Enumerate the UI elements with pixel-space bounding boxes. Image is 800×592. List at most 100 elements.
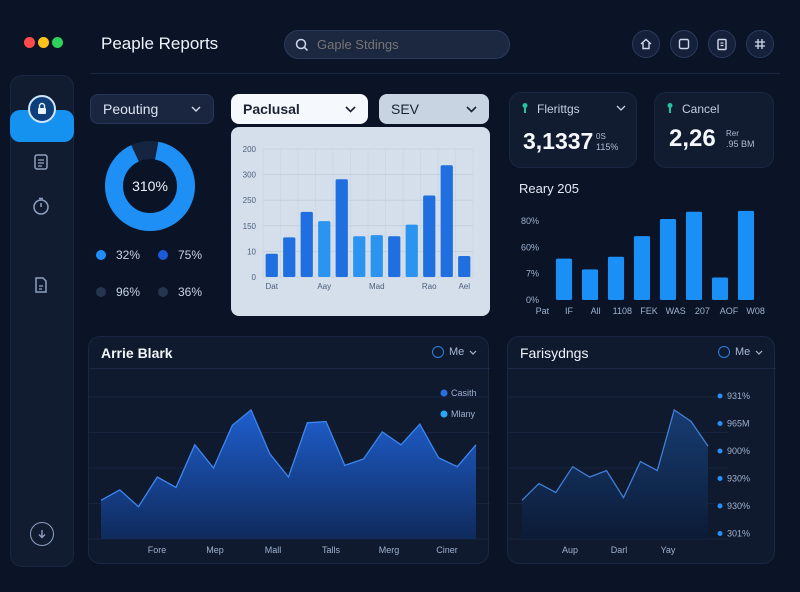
- x-tick-label: IF: [565, 306, 574, 316]
- x-tick-label: WAS: [666, 306, 686, 316]
- y-tick-dot: [717, 476, 723, 481]
- x-tick-label: Mep: [206, 545, 224, 555]
- window-button[interactable]: [670, 30, 698, 58]
- bar: [581, 269, 599, 300]
- grid-icon: [755, 39, 765, 49]
- kpi-sub: 0S: [596, 132, 606, 141]
- legend-label: 36%: [178, 285, 203, 299]
- kpi-sub: Rer: [726, 129, 739, 138]
- legend-label: 75%: [178, 248, 203, 262]
- kpi-sub: .95 BM: [726, 139, 755, 149]
- chevron-down-icon[interactable]: [616, 105, 626, 111]
- clipboard-button[interactable]: [708, 30, 736, 58]
- y-tick-label: 0%: [526, 295, 539, 305]
- app-title: Peaple Reports: [101, 34, 219, 53]
- paclusal-dropdown-label: Paclusal: [243, 101, 300, 117]
- legend-label: Casith: [451, 388, 477, 398]
- y-tick-label: 930%: [727, 501, 750, 511]
- x-tick-label: Yay: [661, 545, 676, 555]
- y-tick-label: 900%: [727, 446, 750, 456]
- bar-chart: 200 300 250 150 10 0 Dat Aay Mad Rao Ael: [243, 145, 474, 291]
- bar: [283, 237, 296, 277]
- clipboard-icon: [717, 38, 727, 51]
- sev-dropdown[interactable]: SEV: [379, 94, 489, 124]
- x-tick-label: Mall: [265, 545, 282, 555]
- search-bar[interactable]: [284, 30, 510, 59]
- area-fill: [522, 409, 708, 539]
- y-tick-label: 930%: [727, 474, 750, 484]
- bar: [265, 253, 278, 277]
- y-tick-dot: [717, 393, 723, 399]
- donut-center-label: 310%: [132, 178, 168, 194]
- y-tick-label: 7%: [526, 269, 539, 279]
- x-tick-label: Rao: [422, 282, 437, 291]
- bar: [685, 211, 703, 300]
- header-divider: [90, 73, 780, 74]
- arrie-area-chart: Fore Mep Mall Talls Merg Ciner Casith Mlany: [89, 388, 490, 555]
- y-tick-label: 200: [243, 145, 257, 154]
- download-button[interactable]: [30, 522, 54, 546]
- x-tick-label: Talls: [322, 545, 341, 555]
- sidebar-item-timer[interactable]: [28, 193, 54, 219]
- timer-icon: [33, 197, 49, 215]
- home-button[interactable]: [632, 30, 660, 58]
- home-icon: [640, 38, 652, 50]
- radio-icon: [718, 346, 730, 358]
- panel-dropdown[interactable]: Me: [432, 346, 477, 358]
- search-input[interactable]: [317, 37, 497, 52]
- y-tick-label: 300: [243, 171, 257, 180]
- x-tick-label: Pat: [536, 306, 550, 316]
- file-icon: [35, 277, 47, 293]
- minimize-window-dot[interactable]: [38, 37, 49, 48]
- legend-label: 32%: [116, 248, 141, 262]
- farisydngs-area-chart: Aup Darl Yay 931% 965M 900% 930% 930% 301%: [508, 391, 750, 555]
- x-tick-label: 207: [695, 306, 710, 316]
- donut-legend-item: 75%: [158, 248, 202, 262]
- peouting-dropdown-label: Peouting: [103, 101, 159, 117]
- sidebar-item-files[interactable]: [28, 272, 54, 298]
- grid-button[interactable]: [746, 30, 774, 58]
- key-icon: [667, 103, 673, 113]
- chevron-down-icon: [345, 105, 356, 113]
- reary-chart-title: Reary 205: [519, 181, 579, 196]
- bar-chart-panel: 200 300 250 150 10 0 Dat Aay Mad Rao Ael: [231, 127, 490, 316]
- bar: [458, 256, 471, 277]
- bar: [370, 235, 383, 277]
- bar: [318, 221, 331, 277]
- kpi-title: Cancel: [682, 102, 720, 116]
- close-window-dot[interactable]: [24, 37, 35, 48]
- y-tick-label: 250: [243, 196, 257, 205]
- legend-swatch: [96, 250, 106, 260]
- lock-icon: [38, 102, 46, 114]
- kpi-sub: 115%: [596, 142, 619, 152]
- sidebar-item-documents[interactable]: [28, 149, 54, 175]
- area-fill: [101, 409, 476, 539]
- y-tick-dot: [717, 448, 723, 454]
- kpi-value: 2,26: [669, 125, 716, 152]
- legend-swatch: [158, 250, 168, 260]
- document-icon: [34, 154, 48, 170]
- y-tick-dot: [717, 421, 723, 426]
- bar: [423, 195, 436, 277]
- arrie-blark-panel: Arrie Blark Me Fore Mep Mall Talls Merg Ciner…: [88, 336, 490, 564]
- chevron-down-icon: [466, 105, 477, 113]
- sidebar-item-lock[interactable]: [28, 95, 56, 123]
- panel-dropdown[interactable]: Me: [718, 346, 763, 358]
- donut-legend-item: 32%: [96, 248, 140, 262]
- bar: [405, 224, 418, 277]
- legend-swatch: [440, 389, 448, 397]
- chevron-down-icon: [755, 350, 763, 355]
- peouting-dropdown[interactable]: Peouting: [90, 94, 214, 124]
- legend-swatch: [96, 287, 106, 297]
- y-tick-label: 80%: [521, 216, 539, 226]
- panel-dropdown-label: Me: [449, 346, 465, 358]
- chevron-down-icon: [469, 350, 477, 355]
- radio-icon: [432, 346, 444, 358]
- kpi-title: Flerittgs: [537, 102, 580, 116]
- maximize-window-dot[interactable]: [52, 37, 63, 48]
- window-icon: [678, 38, 690, 50]
- bar: [335, 179, 348, 277]
- legend-label: Mlany: [451, 409, 476, 419]
- paclusal-dropdown[interactable]: Paclusal: [231, 94, 368, 124]
- y-tick-label: 150: [243, 222, 257, 231]
